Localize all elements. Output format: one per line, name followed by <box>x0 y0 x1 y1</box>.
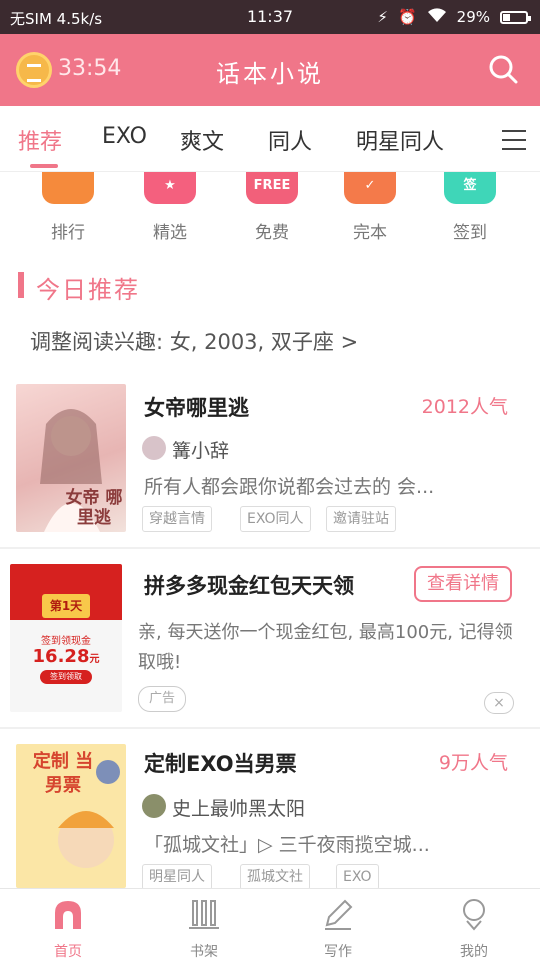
category-completed[interactable]: ✓ 完本 <box>330 172 410 243</box>
nav-home[interactable]: 首页 <box>28 897 108 960</box>
book-description: 所有人都会跟你说都会过去的 会... <box>144 476 435 498</box>
status-bar: 无SIM 4.5k/s 11:37 ⚡ ⏰ 29% <box>0 0 540 34</box>
book-tag[interactable]: 明星同人 <box>142 864 212 890</box>
ad-caption: 签到领现金 <box>41 636 91 647</box>
ad-details-button[interactable]: 查看详情 <box>414 566 512 602</box>
divider <box>0 727 540 729</box>
book-title[interactable]: 定制EXO当男票 <box>144 748 297 778</box>
app-header: 33:54 话本小说 <box>0 34 540 106</box>
tab-exo[interactable]: EXO <box>102 124 147 149</box>
tab-fanfic[interactable]: 同人 <box>268 124 312 156</box>
status-icons: ⚡ ⏰ 29% <box>377 7 531 27</box>
section-marker <box>18 272 24 298</box>
category-label: 精选 <box>153 223 187 243</box>
book-popularity: 9万人气 <box>438 752 508 774</box>
ad-title[interactable]: 拼多多现金红包天天领 <box>144 570 354 600</box>
nav-label: 我的 <box>460 944 488 960</box>
book-cover[interactable]: 女帝 哪里逃 <box>16 384 126 532</box>
app-title: 话本小说 <box>216 60 324 88</box>
menu-icon[interactable] <box>502 130 526 150</box>
nav-label: 首页 <box>54 944 82 960</box>
book-title[interactable]: 女帝哪里逃 <box>144 392 249 422</box>
book-tag[interactable]: EXO同人 <box>240 506 311 532</box>
book-tag[interactable]: EXO <box>336 864 379 890</box>
home-icon <box>55 901 81 929</box>
tab-celebrity-fanfic[interactable]: 明星同人 <box>356 124 444 156</box>
ad-claim-badge: 签到领取 <box>40 670 92 684</box>
cover-title: 定制 当男票 <box>32 751 94 796</box>
ad-day-badge: 第1天 <box>42 594 90 618</box>
category-label: 排行 <box>51 223 85 243</box>
nav-label: 书架 <box>190 944 218 960</box>
signin-icon: 签 <box>444 172 496 204</box>
category-label: 签到 <box>453 223 487 243</box>
ad-description: 亲, 每天送你一个现金红包, 最高100元, 记得领取哦! <box>138 622 513 673</box>
tab-cool-fiction[interactable]: 爽文 <box>180 124 224 156</box>
category-shortcuts: 排行 ★ 精选 FREE 免费 ✓ 完本 签 签到 <box>0 172 540 244</box>
ad-label: 广告 <box>138 686 186 712</box>
wifi-icon <box>427 7 447 27</box>
divider <box>0 547 540 549</box>
nav-profile[interactable]: 我的 <box>434 897 514 960</box>
category-ranking[interactable]: 排行 <box>28 172 108 243</box>
search-icon[interactable] <box>488 54 518 84</box>
book-card[interactable]: 女帝 哪里逃 女帝哪里逃 2012人气 篝小辞 所有人都会跟你说都会过去的 会.… <box>0 384 540 544</box>
pen-icon <box>325 899 353 930</box>
author-avatar <box>142 436 166 460</box>
section-title: 今日推荐 <box>36 276 140 304</box>
category-signin[interactable]: 签 签到 <box>430 172 510 243</box>
book-author[interactable]: 史上最帅黑太阳 <box>172 794 305 821</box>
category-label: 完本 <box>353 223 387 243</box>
tab-recommend[interactable]: 推荐 <box>18 124 62 156</box>
author-avatar <box>142 794 166 818</box>
nav-bookshelf[interactable]: 书架 <box>164 897 244 960</box>
bookshelf-icon <box>189 900 219 929</box>
category-free[interactable]: FREE 免费 <box>232 172 312 243</box>
battery-icon <box>500 10 531 24</box>
cover-title: 女帝 哪里逃 <box>65 488 123 528</box>
nav-label: 写作 <box>324 944 352 960</box>
book-popularity: 2012人气 <box>421 396 508 418</box>
book-tag[interactable]: 孤城文社 <box>240 864 310 890</box>
category-tabs: 推荐 EXO 爽文 同人 明星同人 <box>0 106 540 172</box>
bottom-nav: 首页 书架 写作 我的 <box>0 888 540 960</box>
star-icon: ★ <box>144 172 196 204</box>
nav-write[interactable]: 写作 <box>298 897 378 960</box>
free-icon: FREE <box>246 172 298 204</box>
category-featured[interactable]: ★ 精选 <box>130 172 210 243</box>
check-icon: ✓ <box>344 172 396 204</box>
charging-icon: ⚡ <box>377 8 388 26</box>
alarm-icon: ⏰ <box>397 8 417 26</box>
reading-interest-link[interactable]: 调整阅读兴趣: 女, 2003, 双子座 > <box>30 326 358 356</box>
ad-amount-unit: 元 <box>89 654 100 665</box>
book-description: 「孤城文社」▷ 三千夜雨揽空城... <box>144 834 430 856</box>
ad-amount-value: 16.28 <box>32 646 90 667</box>
close-ad-icon[interactable]: × <box>484 692 514 714</box>
book-card[interactable]: 定制 当男票 定制EXO当男票 9万人气 史上最帅黑太阳 「孤城文社」▷ 三千夜… <box>0 742 540 890</box>
book-cover[interactable]: 定制 当男票 <box>16 744 126 888</box>
trophy-icon <box>42 172 94 204</box>
book-author[interactable]: 篝小辞 <box>172 436 229 463</box>
category-label: 免费 <box>255 223 289 243</box>
book-tag[interactable]: 穿越言情 <box>142 506 212 532</box>
active-tab-indicator <box>30 164 58 168</box>
book-tag[interactable]: 邀请驻站 <box>326 506 396 532</box>
profile-icon <box>463 899 485 931</box>
battery-percent: 29% <box>456 8 490 26</box>
ad-amount: 16.28元 <box>10 646 122 667</box>
ad-image[interactable]: 第1天 签到领现金 16.28元 签到领取 <box>10 564 122 712</box>
